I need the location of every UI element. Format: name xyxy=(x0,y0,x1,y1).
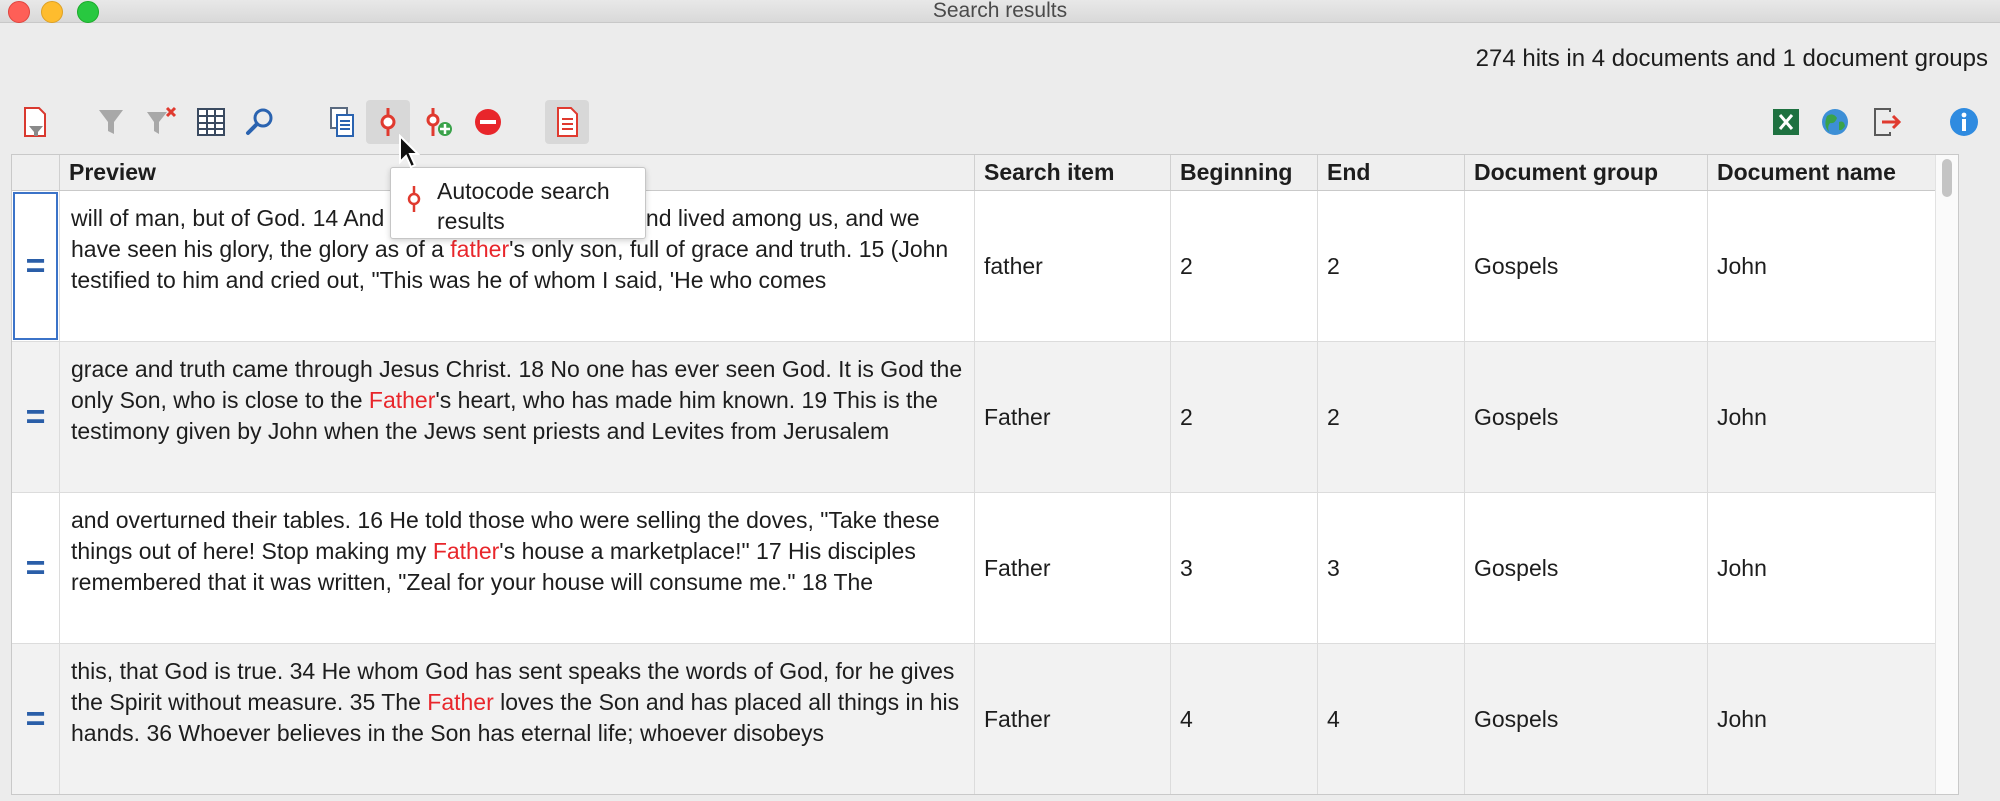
info-button[interactable] xyxy=(1942,100,1986,144)
columns-button[interactable] xyxy=(189,100,233,144)
row-marker[interactable]: = xyxy=(12,191,59,341)
excel-export-button[interactable] xyxy=(1764,100,1808,144)
tooltip-text: Autocode search results xyxy=(437,178,610,234)
report-icon xyxy=(557,107,578,137)
search-button[interactable] xyxy=(239,100,283,144)
hits-summary: 274 hits in 4 documents and 1 document g… xyxy=(1475,45,1988,72)
beginning-cell[interactable]: 2 xyxy=(1170,342,1317,492)
row-marker[interactable]: = xyxy=(12,493,59,643)
search-item-cell[interactable]: Father xyxy=(974,493,1170,643)
delete-icon xyxy=(475,109,501,135)
scrollbar-thumb[interactable] xyxy=(1942,159,1952,197)
table-row[interactable]: = and overturned their tables. 16 He tol… xyxy=(12,493,1958,644)
end-cell[interactable]: 2 xyxy=(1317,342,1464,492)
search-item-cell[interactable]: father xyxy=(974,191,1170,341)
mouse-cursor-icon xyxy=(399,134,420,169)
export-button[interactable] xyxy=(1864,100,1908,144)
end-cell[interactable]: 2 xyxy=(1317,191,1464,341)
web-export-button[interactable] xyxy=(1813,100,1857,144)
filter-document-icon xyxy=(24,107,46,137)
column-header-search-item[interactable]: Search item xyxy=(974,155,1170,190)
vertical-scrollbar[interactable] xyxy=(1935,155,1958,794)
table-row[interactable]: = grace and truth came through Jesus Chr… xyxy=(12,342,1958,493)
row-marker[interactable]: = xyxy=(12,644,59,794)
web-export-icon xyxy=(1822,109,1848,135)
column-header-document-group[interactable]: Document group xyxy=(1464,155,1707,190)
title-bar: Search results xyxy=(0,0,2000,23)
document-list-icon xyxy=(330,107,354,137)
column-header-beginning[interactable]: Beginning xyxy=(1170,155,1317,190)
autocode-icon xyxy=(407,186,421,212)
info-icon xyxy=(1950,108,1978,136)
autocode-add-button[interactable] xyxy=(416,100,460,144)
clear-filter-icon xyxy=(147,106,177,134)
results-table[interactable]: Preview Search item Beginning End Docume… xyxy=(11,154,1959,795)
window-title: Search results xyxy=(932,0,1068,22)
search-icon xyxy=(246,108,273,135)
table-row[interactable]: = this, that God is true. 34 He whom God… xyxy=(12,644,1958,794)
beginning-cell[interactable]: 3 xyxy=(1170,493,1317,643)
preview-cell[interactable]: grace and truth came through Jesus Chris… xyxy=(59,342,974,492)
preview-cell[interactable]: this, that God is true. 34 He whom God h… xyxy=(59,644,974,794)
column-header-end[interactable]: End xyxy=(1317,155,1464,190)
autocode-tooltip: Autocode search results xyxy=(390,167,646,239)
document-name-cell[interactable]: John xyxy=(1707,493,1936,643)
beginning-cell[interactable]: 4 xyxy=(1170,644,1317,794)
row-marker[interactable]: = xyxy=(12,342,59,492)
table-header: Preview Search item Beginning End Docume… xyxy=(12,155,1958,191)
table-row[interactable]: = will of man, but of God. 14 And the Wo… xyxy=(12,191,1958,342)
search-hit: father xyxy=(450,236,510,262)
end-cell[interactable]: 3 xyxy=(1317,493,1464,643)
delete-button[interactable] xyxy=(466,100,510,144)
beginning-cell[interactable]: 2 xyxy=(1170,191,1317,341)
filter-button[interactable] xyxy=(89,100,133,144)
document-name-cell[interactable]: John xyxy=(1707,342,1936,492)
clear-filter-button[interactable] xyxy=(139,100,183,144)
document-group-cell[interactable]: Gospels xyxy=(1464,644,1707,794)
document-name-cell[interactable]: John xyxy=(1707,191,1936,341)
preview-cell[interactable]: and overturned their tables. 16 He told … xyxy=(59,493,974,643)
export-icon xyxy=(1874,108,1902,136)
end-cell[interactable]: 4 xyxy=(1317,644,1464,794)
document-group-cell[interactable]: Gospels xyxy=(1464,493,1707,643)
search-hit: Father xyxy=(368,387,436,413)
columns-icon xyxy=(197,108,225,136)
search-hit: Father xyxy=(432,538,500,564)
search-item-cell[interactable]: Father xyxy=(974,644,1170,794)
autocode-add-icon xyxy=(426,108,452,136)
filter-icon xyxy=(99,110,123,134)
column-header-marker[interactable] xyxy=(12,155,59,190)
excel-export-icon xyxy=(1773,109,1799,135)
document-group-cell[interactable]: Gospels xyxy=(1464,342,1707,492)
filter-document-button[interactable] xyxy=(13,100,57,144)
search-hit: Father xyxy=(427,689,494,715)
document-name-cell[interactable]: John xyxy=(1707,644,1936,794)
search-item-cell[interactable]: Father xyxy=(974,342,1170,492)
document-list-button[interactable] xyxy=(320,100,364,144)
column-header-document-name[interactable]: Document name xyxy=(1707,155,1936,190)
document-group-cell[interactable]: Gospels xyxy=(1464,191,1707,341)
report-button[interactable] xyxy=(545,100,589,144)
